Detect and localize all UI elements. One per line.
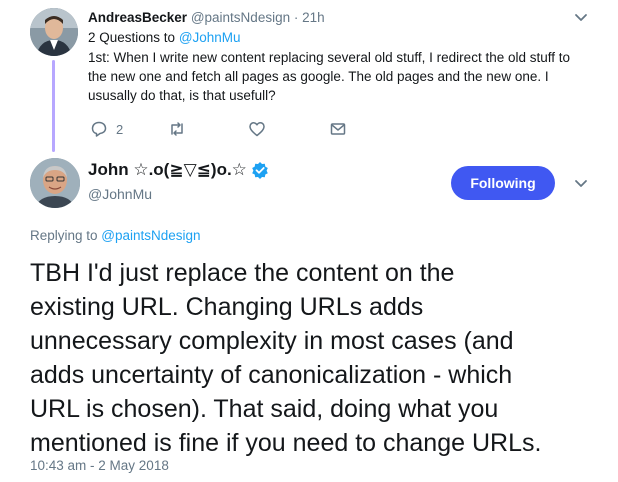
tweet-text-line: existing URL. Changing URLs adds (30, 293, 424, 321)
mail-icon (330, 123, 346, 135)
thread-line (52, 60, 55, 152)
like-button[interactable] (248, 120, 266, 138)
reply-icon (91, 121, 107, 137)
parent-tweet-text-line: 1st: When I write new content replacing … (88, 50, 570, 65)
tweet-text-line: mentioned is fine if you need to change … (30, 429, 542, 457)
author-name[interactable]: AndreasBecker (88, 10, 187, 25)
heart-icon (249, 122, 265, 137)
parent-tweet-header: AndreasBecker @paintsNdesign · 21h (88, 10, 325, 25)
mention-link[interactable]: @paintsNdesign (101, 228, 200, 243)
tweet-timestamp[interactable]: 10:43 am - 2 May 2018 (30, 458, 169, 473)
reply-count: 2 (116, 121, 124, 137)
avatar-andreasbecker[interactable] (30, 8, 78, 56)
avatar-johnmu[interactable] (30, 158, 80, 208)
parent-tweet-line: 2 Questions to @JohnMu (88, 28, 241, 47)
chevron-down-icon[interactable] (572, 174, 590, 192)
tweet-text-line: TBH I'd just replace the content on the (30, 259, 455, 287)
question-prefix: 2 Questions to (88, 30, 179, 45)
author-display-name[interactable]: John ☆.o(≧▽≦)o.☆ (88, 160, 269, 180)
author-name[interactable]: John ☆.o(≧▽≦)o.☆ (88, 160, 247, 180)
tweet-text-line: unnecessary complexity in most cases (an… (30, 327, 514, 355)
parent-tweet-text-line: the new one and fetch all pages as googl… (88, 69, 549, 84)
direct-message-button[interactable] (329, 120, 347, 138)
verified-badge-icon (252, 162, 268, 179)
reply-button[interactable]: 2 (90, 120, 123, 138)
replying-prefix: Replying to (30, 228, 102, 243)
replying-to: Replying to @paintsNdesign (30, 228, 201, 243)
parent-tweet-text-line: ususally do that, is that usefull? (88, 88, 276, 103)
tweet-actions: 2 (88, 120, 388, 140)
chevron-down-icon[interactable] (572, 8, 590, 26)
separator-dot: · (293, 10, 299, 25)
tweet-text-line: URL is chosen). That said, doing what yo… (30, 395, 499, 423)
following-button[interactable]: Following (451, 166, 555, 200)
retweet-button[interactable] (168, 120, 186, 138)
author-handle[interactable]: @JohnMu (88, 186, 152, 202)
mention-link[interactable]: @JohnMu (179, 30, 241, 45)
author-handle[interactable]: @paintsNdesign (191, 10, 290, 25)
tweet-text-line: adds uncertainty of canonicalization - w… (30, 361, 513, 389)
retweet-icon (171, 122, 183, 136)
tweet-text: TBH I'd just replace the content on the … (30, 256, 541, 460)
tweet-time[interactable]: 21h (302, 10, 325, 25)
